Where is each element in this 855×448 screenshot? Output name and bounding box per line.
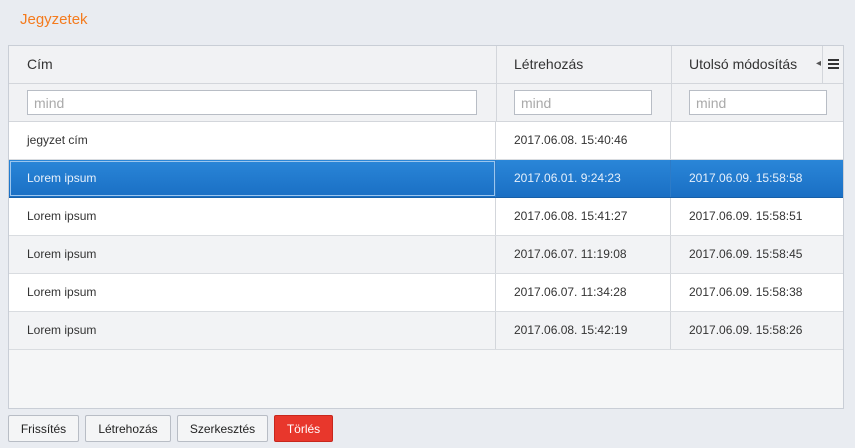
grid-header: Cím Létrehozás Utolsó módosítás ◂ [9,46,843,84]
filter-modified-input[interactable] [689,90,827,115]
menu-icon [828,59,839,61]
cell-modified: 2017.06.09. 15:58:38 [689,285,803,299]
cell-modified [671,122,843,159]
cell-modified: 2017.06.09. 15:58:45 [689,247,803,261]
cell-title: jegyzet cím [9,122,496,159]
panel-title: Jegyzetek [20,11,88,28]
table-row[interactable]: Lorem ipsum 2017.06.07. 11:19:08 2017.06… [9,236,843,274]
filter-title-input[interactable] [27,90,477,115]
filter-created-input[interactable] [514,90,652,115]
delete-button[interactable]: Törlés [274,415,333,442]
refresh-button[interactable]: Frissítés [8,415,79,442]
column-menu-button[interactable] [822,46,843,83]
notes-grid: Cím Létrehozás Utolsó módosítás ◂ jegyze… [8,45,844,409]
cell-created: 2017.06.08. 15:41:27 [496,198,671,235]
cell-modified: 2017.06.09. 15:58:58 [689,171,803,185]
table-row[interactable]: jegyzet cím 2017.06.08. 15:40:46 [9,122,843,160]
cell-title: Lorem ipsum [9,312,496,349]
create-button[interactable]: Létrehozás [85,415,171,442]
menu-icon [828,63,839,65]
cell-modified: 2017.06.09. 15:58:26 [689,323,803,337]
table-row-selected[interactable]: Lorem ipsum 2017.06.01. 9:24:23 2017.06.… [9,160,843,198]
cell-title: Lorem ipsum [9,160,496,197]
table-row[interactable]: Lorem ipsum 2017.06.07. 11:34:28 2017.06… [9,274,843,312]
column-header-created[interactable]: Létrehozás [496,46,671,83]
cell-created: 2017.06.08. 15:40:46 [496,122,671,159]
cell-title: Lorem ipsum [9,236,496,273]
cell-created: 2017.06.08. 15:42:19 [496,312,671,349]
table-row[interactable]: Lorem ipsum 2017.06.08. 15:42:19 2017.06… [9,312,843,350]
cell-title: Lorem ipsum [9,274,496,311]
column-divider [671,84,672,121]
column-divider [496,84,497,121]
filter-row [9,84,843,122]
sort-arrow-icon: ◂ [816,58,822,69]
cell-created: 2017.06.07. 11:19:08 [496,236,671,273]
edit-button[interactable]: Szerkesztés [177,415,268,442]
table-row[interactable]: Lorem ipsum 2017.06.08. 15:41:27 2017.06… [9,198,843,236]
cell-title: Lorem ipsum [9,198,496,235]
cell-modified: 2017.06.09. 15:58:51 [689,209,803,223]
cell-created: 2017.06.01. 9:24:23 [496,160,671,197]
cell-created: 2017.06.07. 11:34:28 [496,274,671,311]
grid-body: jegyzet cím 2017.06.08. 15:40:46 Lorem i… [9,122,843,350]
column-header-title[interactable]: Cím [9,46,496,83]
menu-icon [828,67,839,69]
